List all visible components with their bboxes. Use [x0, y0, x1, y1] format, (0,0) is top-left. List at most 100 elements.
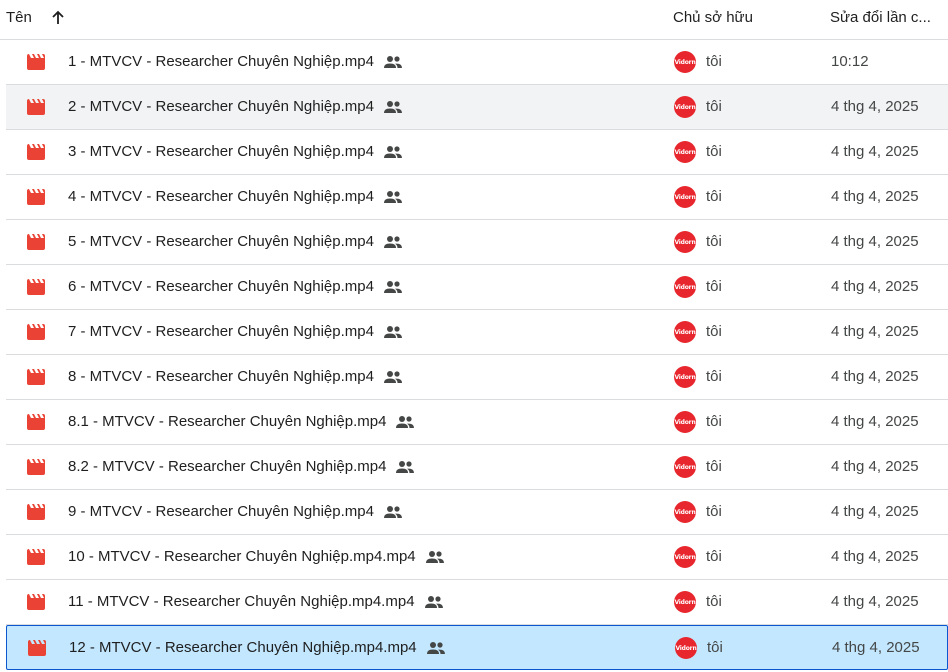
shared-people-icon [383, 100, 402, 113]
shared-people-icon [383, 190, 402, 203]
file-row[interactable]: 8 - MTVCV - Researcher Chuyên Nghiệp.mp4… [6, 355, 948, 400]
modified-date: 4 thg 4, 2025 [831, 188, 919, 205]
owner-text: tôi [707, 639, 723, 656]
owner-avatar: Vidorn [674, 591, 696, 613]
file-name-text: 3 - MTVCV - Researcher Chuyên Nghiệp.mp4 [68, 143, 374, 160]
shared-people-icon [383, 280, 402, 293]
shared-people-icon [383, 325, 402, 338]
shared-people-icon [424, 595, 443, 608]
modified-column-header[interactable]: Sửa đổi lần c... [830, 9, 931, 26]
sort-ascending-arrow-icon[interactable] [50, 10, 66, 26]
owner-text: tôi [706, 143, 722, 160]
file-name-text: 7 - MTVCV - Researcher Chuyên Nghiệp.mp4 [68, 323, 374, 340]
file-name-text: 8.2 - MTVCV - Researcher Chuyên Nghiệp.m… [68, 458, 387, 475]
file-name-text: 8 - MTVCV - Researcher Chuyên Nghiệp.mp4 [68, 368, 374, 385]
avatar-logo-text: Vidorn [675, 644, 697, 652]
modified-date: 4 thg 4, 2025 [831, 548, 919, 565]
video-file-icon [27, 279, 45, 295]
video-file-icon [27, 459, 45, 475]
avatar-logo-text: Vidorn [674, 193, 696, 201]
file-name: 8.2 - MTVCV - Researcher Chuyên Nghiệp.m… [68, 458, 415, 475]
file-name: 2 - MTVCV - Researcher Chuyên Nghiệp.mp4 [68, 98, 403, 115]
file-rows: 1 - MTVCV - Researcher Chuyên Nghiệp.mp4… [0, 40, 948, 670]
video-file-icon [27, 594, 45, 610]
owner-text: tôi [706, 98, 722, 115]
file-row[interactable]: 4 - MTVCV - Researcher Chuyên Nghiệp.mp4… [6, 175, 948, 220]
owner-text: tôi [706, 503, 722, 520]
file-name-text: 2 - MTVCV - Researcher Chuyên Nghiệp.mp4 [68, 98, 374, 115]
file-name: 8.1 - MTVCV - Researcher Chuyên Nghiệp.m… [68, 413, 415, 430]
modified-date: 4 thg 4, 2025 [831, 368, 919, 385]
modified-date: 4 thg 4, 2025 [831, 413, 919, 430]
owner-avatar: Vidorn [674, 366, 696, 388]
avatar-logo-text: Vidorn [674, 418, 696, 426]
owner-text: tôi [706, 548, 722, 565]
avatar-logo-text: Vidorn [674, 508, 696, 516]
shared-people-icon [396, 460, 415, 473]
avatar-logo-text: Vidorn [674, 373, 696, 381]
file-name-text: 5 - MTVCV - Researcher Chuyên Nghiệp.mp4 [68, 233, 374, 250]
owner-avatar: Vidorn [674, 51, 696, 73]
shared-people-icon [425, 550, 444, 563]
file-name: 3 - MTVCV - Researcher Chuyên Nghiệp.mp4 [68, 143, 403, 160]
file-row[interactable]: 9 - MTVCV - Researcher Chuyên Nghiệp.mp4… [6, 490, 948, 535]
file-name: 10 - MTVCV - Researcher Chuyên Nghiệp.mp… [68, 548, 445, 565]
owner-avatar: Vidorn [674, 321, 696, 343]
file-name: 9 - MTVCV - Researcher Chuyên Nghiệp.mp4 [68, 503, 403, 520]
file-name-text: 10 - MTVCV - Researcher Chuyên Nghiệp.mp… [68, 548, 416, 565]
file-row[interactable]: 6 - MTVCV - Researcher Chuyên Nghiệp.mp4… [6, 265, 948, 310]
video-file-icon [27, 144, 45, 160]
owner-text: tôi [706, 323, 722, 340]
video-file-icon [27, 549, 45, 565]
owner-avatar: Vidorn [674, 276, 696, 298]
file-row[interactable]: 10 - MTVCV - Researcher Chuyên Nghiệp.mp… [6, 535, 948, 580]
file-row[interactable]: 2 - MTVCV - Researcher Chuyên Nghiệp.mp4… [6, 85, 948, 130]
file-name: 5 - MTVCV - Researcher Chuyên Nghiệp.mp4 [68, 233, 403, 250]
video-file-icon [27, 504, 45, 520]
modified-date: 4 thg 4, 2025 [831, 278, 919, 295]
owner-avatar: Vidorn [674, 141, 696, 163]
modified-date: 4 thg 4, 2025 [831, 503, 919, 520]
file-name-text: 11 - MTVCV - Researcher Chuyên Nghiệp.mp… [68, 593, 415, 610]
modified-date: 10:12 [831, 53, 869, 70]
file-name-text: 1 - MTVCV - Researcher Chuyên Nghiệp.mp4 [68, 53, 374, 70]
file-row[interactable]: 11 - MTVCV - Researcher Chuyên Nghiệp.mp… [6, 580, 948, 625]
modified-date: 4 thg 4, 2025 [831, 323, 919, 340]
owner-avatar: Vidorn [674, 456, 696, 478]
avatar-logo-text: Vidorn [674, 553, 696, 561]
avatar-logo-text: Vidorn [674, 283, 696, 291]
avatar-logo-text: Vidorn [674, 238, 696, 246]
file-name-text: 6 - MTVCV - Researcher Chuyên Nghiệp.mp4 [68, 278, 374, 295]
video-file-icon [27, 414, 45, 430]
avatar-logo-text: Vidorn [674, 598, 696, 606]
file-row[interactable]: 8.1 - MTVCV - Researcher Chuyên Nghiệp.m… [6, 400, 948, 445]
file-row[interactable]: 1 - MTVCV - Researcher Chuyên Nghiệp.mp4… [6, 40, 948, 85]
owner-text: tôi [706, 278, 722, 295]
avatar-logo-text: Vidorn [674, 103, 696, 111]
file-row[interactable]: 3 - MTVCV - Researcher Chuyên Nghiệp.mp4… [6, 130, 948, 175]
video-file-icon [27, 324, 45, 340]
file-row[interactable]: 8.2 - MTVCV - Researcher Chuyên Nghiệp.m… [6, 445, 948, 490]
video-file-icon [27, 189, 45, 205]
owner-text: tôi [706, 233, 722, 250]
shared-people-icon [383, 370, 402, 383]
modified-date: 4 thg 4, 2025 [831, 143, 919, 160]
file-row[interactable]: 12 - MTVCV - Researcher Chuyên Nghiệp.mp… [6, 625, 948, 670]
video-file-icon [27, 234, 45, 250]
name-column-label: Tên [6, 9, 32, 26]
file-name-text: 8.1 - MTVCV - Researcher Chuyên Nghiệp.m… [68, 413, 387, 430]
avatar-logo-text: Vidorn [674, 463, 696, 471]
name-column-header[interactable]: Tên [6, 9, 66, 26]
owner-column-header[interactable]: Chủ sở hữu [673, 9, 753, 26]
owner-text: tôi [706, 413, 722, 430]
modified-date: 4 thg 4, 2025 [831, 233, 919, 250]
file-name: 7 - MTVCV - Researcher Chuyên Nghiệp.mp4 [68, 323, 403, 340]
file-row[interactable]: 5 - MTVCV - Researcher Chuyên Nghiệp.mp4… [6, 220, 948, 265]
owner-avatar: Vidorn [674, 231, 696, 253]
file-name: 1 - MTVCV - Researcher Chuyên Nghiệp.mp4 [68, 53, 403, 70]
avatar-logo-text: Vidorn [674, 58, 696, 66]
owner-avatar: Vidorn [674, 186, 696, 208]
shared-people-icon [383, 55, 402, 68]
file-row[interactable]: 7 - MTVCV - Researcher Chuyên Nghiệp.mp4… [6, 310, 948, 355]
owner-avatar: Vidorn [674, 96, 696, 118]
